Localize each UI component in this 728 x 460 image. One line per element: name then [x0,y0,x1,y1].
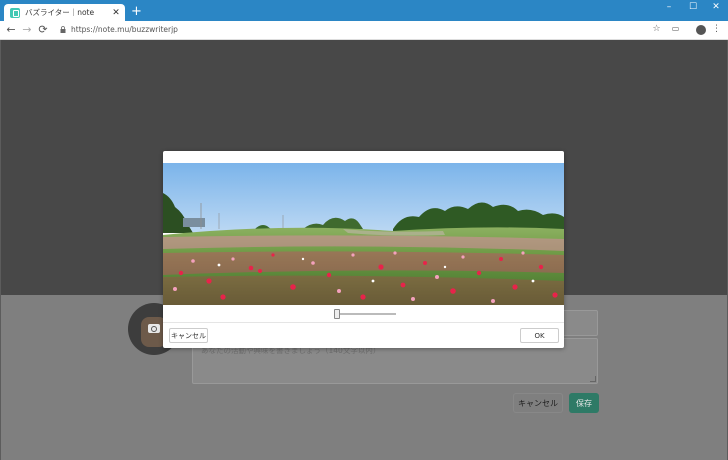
slider-track[interactable] [334,313,396,315]
close-window-button[interactable]: ✕ [706,2,726,12]
browser-tabstrip: バズライター｜note ✕ + – ☐ ✕ [0,0,728,21]
image-crop-modal: キャンセル OK [163,151,564,348]
flower-field-photo[interactable] [163,163,564,305]
minimize-button[interactable]: – [659,2,679,12]
address-bar: ← → ⟳ https://note.mu/buzzwriterjp ☆ ▭ ⋮ [0,21,728,40]
resize-grip-icon[interactable] [590,376,596,382]
bookmark-star-icon[interactable]: ☆ [650,24,663,34]
new-tab-button[interactable]: + [131,5,142,18]
note-favicon-icon [10,7,20,18]
forward-button[interactable]: → [20,23,34,37]
crop-cancel-button[interactable]: キャンセル [169,328,208,343]
profile-save-button[interactable]: 保存 [569,393,599,413]
slider-handle[interactable] [334,309,340,319]
maximize-button[interactable]: ☐ [683,2,703,12]
url-input[interactable]: https://note.mu/buzzwriterjp [71,25,178,34]
browser-menu-icon[interactable]: ⋮ [710,24,723,34]
modal-divider [163,322,564,323]
browser-tab[interactable]: バズライター｜note ✕ [4,4,125,21]
crop-ok-button[interactable]: OK [520,328,559,343]
tab-close-icon[interactable]: ✕ [110,8,122,18]
profile-cancel-button[interactable]: キャンセル [513,393,563,413]
zoom-slider[interactable] [334,309,396,319]
camera-icon[interactable] [148,324,160,333]
back-button[interactable]: ← [4,23,18,37]
tab-title: バズライター｜note [25,8,95,17]
cast-icon[interactable]: ▭ [669,24,682,33]
reload-button[interactable]: ⟳ [36,23,50,37]
lock-icon [60,26,66,33]
account-icon[interactable] [696,25,706,35]
